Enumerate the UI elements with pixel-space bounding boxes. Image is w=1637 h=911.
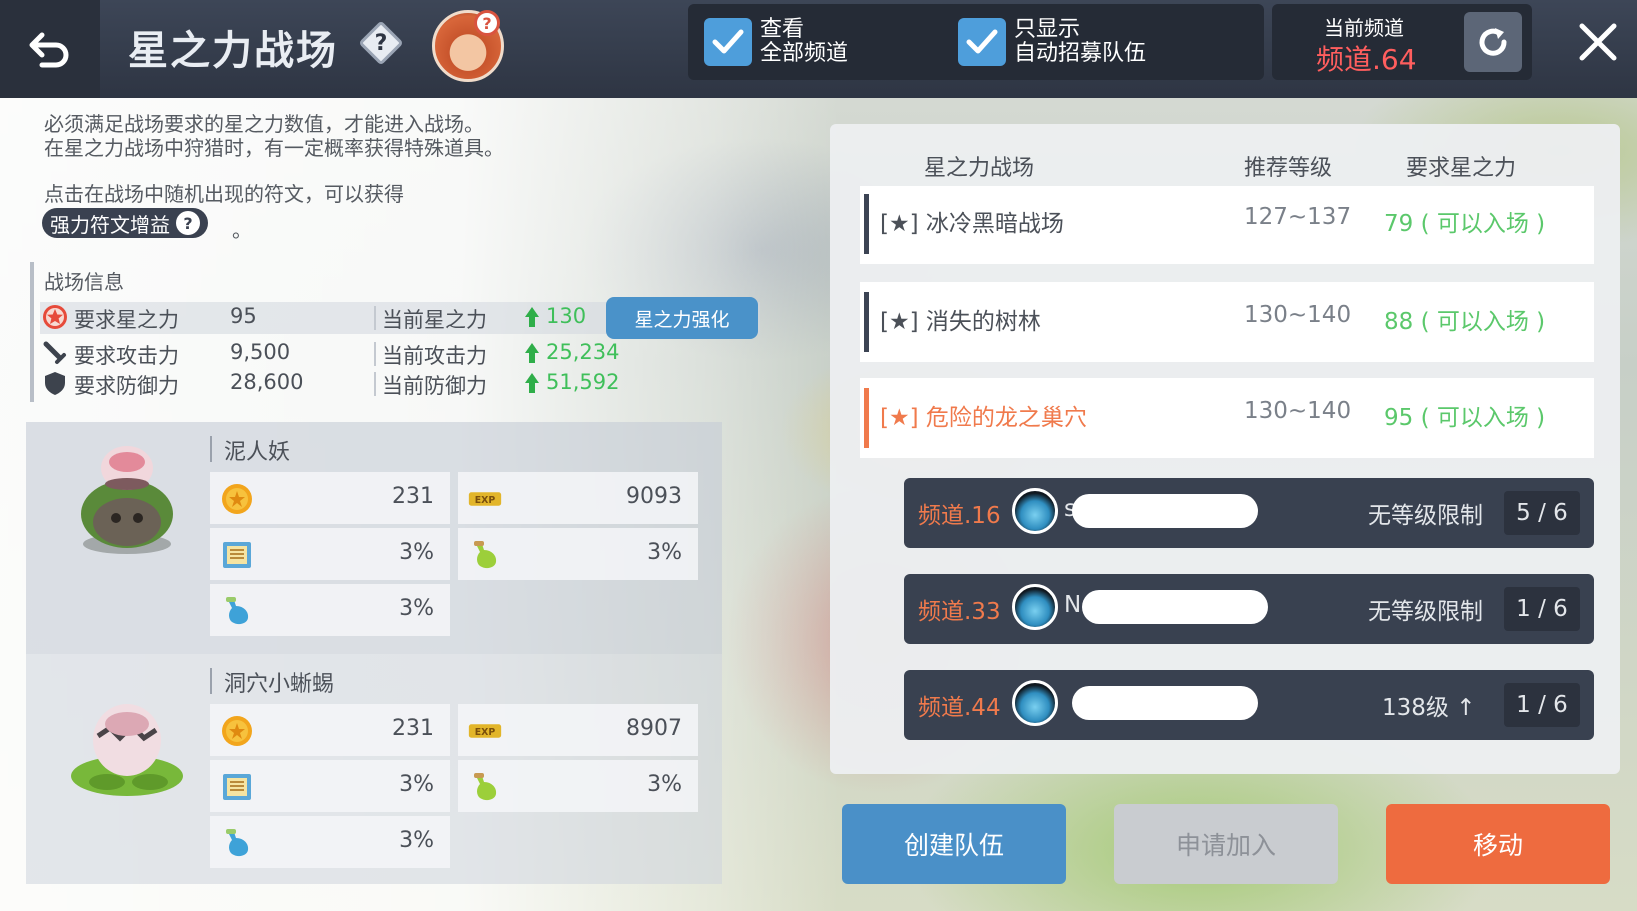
team-member-count: 1 / 6 bbox=[1504, 587, 1580, 631]
drop-potion-green: 3% bbox=[458, 760, 698, 812]
refresh-button[interactable] bbox=[1464, 12, 1522, 72]
monster-name: 泥人妖 bbox=[224, 440, 291, 465]
team-list-item[interactable]: 频道.33 N 无等级限制 1 / 6 bbox=[904, 574, 1594, 644]
current-channel-panel: 当前频道 频道.64 bbox=[1272, 4, 1532, 80]
battlefield-row-selected[interactable]: [★] 危险的龙之巢穴 130~140 95 ( 可以入场 ) bbox=[860, 378, 1594, 458]
drop-exp: EXP 9093 bbox=[458, 472, 698, 524]
redacted-team-name bbox=[1072, 686, 1258, 720]
exp-icon: EXP bbox=[468, 492, 502, 506]
drop-potion-blue: 3% bbox=[210, 584, 450, 636]
only-auto-recruit-checkbox[interactable] bbox=[958, 18, 1006, 66]
svg-text:EXP: EXP bbox=[475, 727, 496, 738]
monster-card: 洞穴小蜥蜴 231 EXP 8907 3% 3% 3% bbox=[26, 654, 722, 884]
rune-buff-label: 强力符文增益 bbox=[50, 212, 170, 237]
up-arrow-icon bbox=[525, 343, 539, 363]
column-header-level: 推荐等级 bbox=[1244, 156, 1333, 181]
drop-meso: 231 bbox=[210, 472, 450, 524]
drop-potion-blue: 3% bbox=[210, 816, 450, 868]
monster-card: 泥人妖 231 EXP 9093 3% 3% 3% bbox=[26, 422, 722, 654]
create-team-button[interactable]: 创建队伍 bbox=[842, 804, 1066, 884]
team-leader-avatar bbox=[1012, 584, 1058, 630]
potion-green-icon bbox=[474, 541, 497, 569]
question-icon: ? bbox=[176, 211, 200, 235]
team-member-count: 1 / 6 bbox=[1504, 683, 1580, 727]
drop-scroll: 3% bbox=[210, 528, 450, 580]
battlefield-row[interactable]: [★] 消失的树林 130~140 88 ( 可以入场 ) bbox=[860, 282, 1594, 362]
rune-description: 点击在战场中随机出现的符文，可以获得 bbox=[44, 182, 404, 206]
exp-icon: EXP bbox=[468, 724, 502, 738]
drop-meso: 231 bbox=[210, 704, 450, 756]
redacted-team-name bbox=[1082, 590, 1268, 624]
team-member-count: 5 / 6 bbox=[1504, 491, 1580, 535]
mud-monster-icon bbox=[81, 446, 173, 554]
scroll-icon bbox=[223, 774, 251, 800]
rune-buff-info-button[interactable]: 强力符文增益 ? bbox=[42, 208, 208, 238]
close-button[interactable] bbox=[1570, 14, 1626, 70]
redacted-team-name bbox=[1072, 494, 1258, 528]
potion-blue-icon bbox=[226, 597, 249, 625]
potion-blue-icon bbox=[226, 829, 249, 857]
checkmark-icon bbox=[712, 29, 744, 54]
view-all-channels-label: 查看 全部频道 bbox=[760, 17, 849, 66]
drop-exp: EXP 8907 bbox=[458, 704, 698, 756]
refresh-icon bbox=[1479, 28, 1507, 56]
current-channel-value: 频道.64 bbox=[1316, 43, 1417, 76]
up-arrow-icon bbox=[525, 307, 539, 327]
top-bar: 星之力战场 ? ? 查看 全部频道 只显示 自动招募队伍 当前频道 频道.64 bbox=[0, 0, 1637, 98]
move-button[interactable]: 移动 bbox=[1386, 804, 1610, 884]
monster-name: 洞穴小蜥蜴 bbox=[224, 672, 335, 697]
drop-scroll: 3% bbox=[210, 760, 450, 812]
help-button[interactable]: ? bbox=[358, 20, 404, 66]
page-title: 星之力战场 bbox=[128, 28, 338, 74]
section-divider bbox=[30, 262, 34, 402]
star-force-icon bbox=[43, 305, 67, 329]
back-button[interactable] bbox=[0, 0, 100, 98]
meso-coin-icon bbox=[222, 484, 252, 514]
sword-icon bbox=[43, 341, 66, 364]
team-list-item[interactable]: 频道.44 138级 ↑ 1 / 6 bbox=[904, 670, 1594, 740]
current-channel-caption: 当前频道 bbox=[1324, 16, 1404, 40]
svg-text:EXP: EXP bbox=[475, 495, 496, 506]
battlefield-row[interactable]: [★] 冰冷黑暗战场 127~137 79 ( 可以入场 ) bbox=[860, 186, 1594, 264]
apply-join-button[interactable]: 申请加入 bbox=[1114, 804, 1338, 884]
stat-row-attack: 要求攻击力 9,500 当前攻击力 25,234 bbox=[40, 338, 760, 370]
up-arrow-icon bbox=[525, 373, 539, 393]
only-auto-recruit-label: 只显示 自动招募队伍 bbox=[1014, 17, 1147, 66]
potion-green-icon bbox=[474, 773, 497, 801]
stat-row-defense: 要求防御力 28,600 当前防御力 51,592 bbox=[40, 368, 760, 400]
drop-potion-green: 3% bbox=[458, 528, 698, 580]
scroll-icon bbox=[223, 542, 251, 568]
close-icon bbox=[1579, 23, 1617, 61]
team-list-item[interactable]: 频道.16 s 无等级限制 5 / 6 bbox=[904, 478, 1594, 548]
channel-filter-panel: 查看 全部频道 只显示 自动招募队伍 bbox=[688, 4, 1264, 80]
star-force-enhance-button[interactable]: 星之力强化 bbox=[606, 297, 758, 339]
help-mark: ? bbox=[374, 30, 388, 56]
mascot-question-badge: ? bbox=[474, 10, 500, 36]
team-leader-avatar bbox=[1012, 680, 1058, 726]
cave-lizard-egg-icon bbox=[71, 704, 183, 796]
checkmark-icon bbox=[966, 29, 998, 54]
column-header-battlefield: 星之力战场 bbox=[924, 156, 1035, 181]
rune-description-end: 。 bbox=[232, 218, 252, 242]
shield-icon bbox=[45, 372, 65, 395]
battle-info-title: 战场信息 bbox=[44, 270, 124, 294]
team-leader-avatar bbox=[1012, 488, 1058, 534]
column-header-star-force: 要求星之力 bbox=[1406, 156, 1517, 181]
battlefield-description: 必须满足战场要求的星之力数值，才能进入战场。 在星之力战场中狩猎时，有一定概率获… bbox=[44, 112, 504, 160]
back-arrow-icon bbox=[29, 32, 69, 68]
meso-coin-icon bbox=[222, 716, 252, 746]
view-all-channels-checkbox[interactable] bbox=[704, 18, 752, 66]
